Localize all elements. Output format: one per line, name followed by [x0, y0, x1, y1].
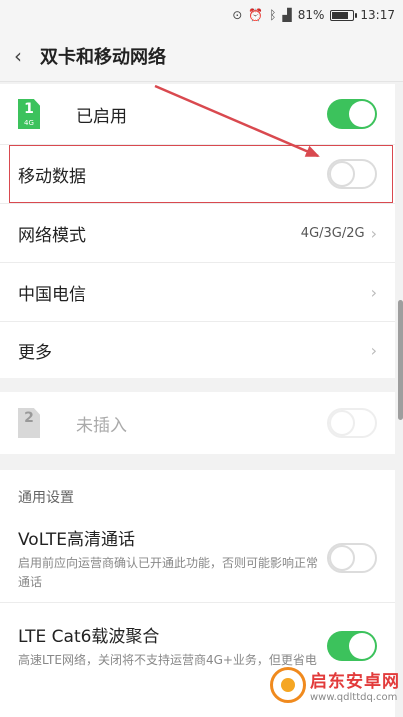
scrollbar[interactable] — [398, 300, 403, 420]
watermark-url: www.qdlttdq.com — [310, 692, 398, 703]
watermark: 启东安卓网 www.qdlttdq.com — [270, 655, 403, 715]
watermark-name: 启东安卓网 — [310, 672, 400, 692]
watermark-logo-icon — [270, 667, 306, 703]
annotation-arrow — [154, 84, 320, 158]
